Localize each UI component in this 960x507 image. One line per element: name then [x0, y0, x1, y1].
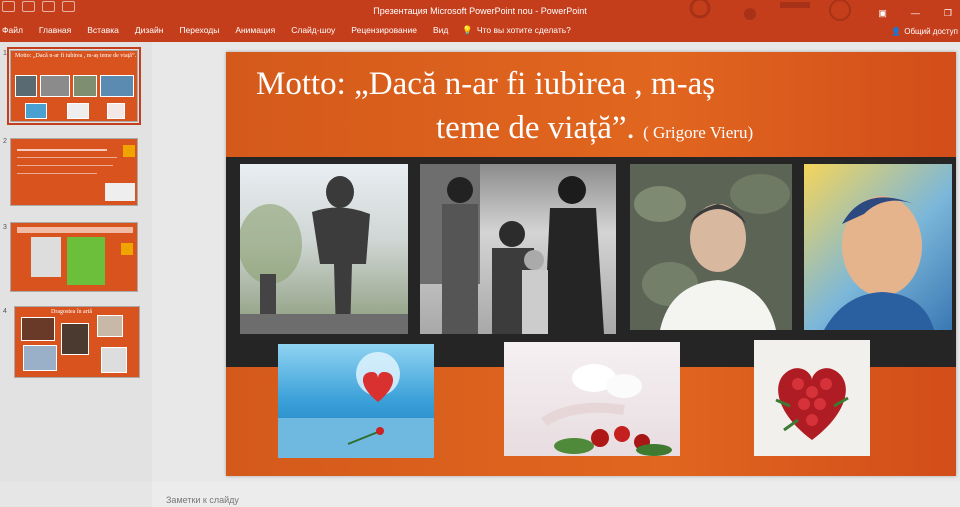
motto-line-2: teme de viață”.: [436, 110, 635, 146]
poet-painting[interactable]: [804, 164, 952, 330]
poet-portrait-photo[interactable]: [630, 164, 792, 330]
rose-heart-graphic: [775, 368, 849, 440]
person-icon: 👤: [891, 27, 902, 36]
painting-figure: [824, 196, 934, 330]
thumbnail-image: [25, 103, 47, 119]
share-button[interactable]: 👤 Общий доступ: [891, 27, 958, 36]
motto-line-2-wrap: teme de viață”. ( Grigore Vieru): [256, 106, 896, 155]
thumbnail-image: [21, 317, 55, 341]
tell-me-text: Что вы хотите сделать?: [476, 25, 571, 35]
thumbnail-image: [105, 183, 135, 201]
thumbnail-image: [31, 237, 61, 277]
thumbnail-image: [15, 75, 37, 97]
heart-sea-graphic: [278, 352, 434, 458]
author-label: ( Grigore Vieru): [643, 123, 754, 142]
motto-line-1: Motto: „Dacă n-ar fi iubirea , m-aș: [256, 66, 716, 102]
heart-sea-image[interactable]: [278, 344, 434, 458]
slide-editor: Motto: „Dacă n-ar fi iubirea , m-aș teme…: [152, 42, 960, 482]
slide-thumbnail-1[interactable]: Motto: „Dacă n-ar fi iubirea , m-aș teme…: [7, 47, 141, 125]
ribbon-tabs: Файл Главная Вставка Дизайн Переходы Ани…: [0, 22, 571, 38]
statue-figure: [240, 176, 408, 334]
tab-view[interactable]: Вид: [425, 25, 456, 35]
share-label: Общий доступ: [904, 27, 958, 36]
family-figures: [420, 164, 604, 334]
slide-number: 1: [3, 50, 7, 57]
thumbnail-image: [101, 347, 127, 373]
thumbnail-image: [67, 237, 105, 285]
window-controls: ▣ — ❐: [878, 8, 952, 19]
rose-heart-image[interactable]: [754, 340, 870, 456]
tab-slideshow[interactable]: Слайд-шоу: [283, 25, 343, 35]
slide-number: 4: [3, 308, 7, 315]
tab-transitions[interactable]: Переходы: [171, 25, 227, 35]
thumbnail-title: Dragostea în artă: [51, 309, 92, 315]
tell-me-box[interactable]: 💡 Что вы хотите сделать?: [462, 25, 571, 36]
thumbnail-image: [67, 103, 89, 119]
thumbnail-text-line: [17, 227, 133, 233]
document-title: Презентация Microsoft PowerPoint nou - P…: [373, 6, 587, 16]
thumbnail-text-line: [17, 157, 117, 158]
thumbnail-text-line: [17, 149, 107, 151]
tab-home[interactable]: Главная: [31, 25, 79, 35]
tab-file[interactable]: Файл: [0, 25, 31, 35]
statue-photo[interactable]: [240, 164, 408, 334]
thumbnail-title: Motto: „Dacă n-ar fi iubirea , m-aș teme…: [15, 53, 137, 59]
thumbnail-image: [100, 75, 134, 97]
current-slide[interactable]: Motto: „Dacă n-ar fi iubirea , m-aș teme…: [226, 52, 956, 476]
minimize-icon[interactable]: —: [911, 8, 920, 19]
tab-design[interactable]: Дизайн: [127, 25, 172, 35]
tab-insert[interactable]: Вставка: [79, 25, 127, 35]
lightbulb-icon: 💡: [462, 24, 473, 35]
powerpoint-window: Презентация Microsoft PowerPoint nou - P…: [0, 0, 960, 507]
slide-thumbnail-pane: 1 Motto: „Dacă n-ar fi iubirea , m-aș te…: [0, 42, 152, 482]
slide-thumbnail-2[interactable]: [10, 138, 138, 206]
slide-number: 2: [3, 138, 7, 145]
portrait-figure: [634, 174, 790, 330]
tab-animations[interactable]: Анимация: [227, 25, 283, 35]
family-photo[interactable]: [420, 164, 616, 334]
maximize-icon[interactable]: ❐: [944, 8, 952, 19]
slide-thumbnail-3[interactable]: [10, 222, 138, 292]
thumbnail-image: [107, 103, 125, 119]
thumbnail-text-line: [17, 173, 97, 174]
thumbnail-image: [23, 345, 57, 371]
tab-review[interactable]: Рецензирование: [343, 25, 425, 35]
slide-number: 3: [3, 224, 7, 231]
ribbon-display-options-icon[interactable]: ▣: [878, 8, 887, 19]
thumbnail-accent: [123, 145, 135, 157]
thumbnail-accent: [121, 243, 133, 255]
slide-title[interactable]: Motto: „Dacă n-ar fi iubirea , m-aș teme…: [256, 62, 896, 155]
thumbnail-image: [97, 315, 123, 337]
doves-roses-graphic: [541, 364, 672, 456]
thumbnail-text-line: [17, 165, 113, 166]
notes-placeholder[interactable]: Заметки к слайду: [166, 495, 239, 505]
doves-roses-image[interactable]: [504, 342, 680, 456]
notes-bar[interactable]: [152, 482, 960, 507]
slide-thumbnail-4[interactable]: Dragostea în artă: [14, 306, 140, 378]
thumbnail-image: [40, 75, 70, 97]
thumbnail-image: [61, 323, 89, 355]
title-bar: Презентация Microsoft PowerPoint nou - P…: [0, 0, 960, 42]
thumbnail-image: [73, 75, 97, 97]
